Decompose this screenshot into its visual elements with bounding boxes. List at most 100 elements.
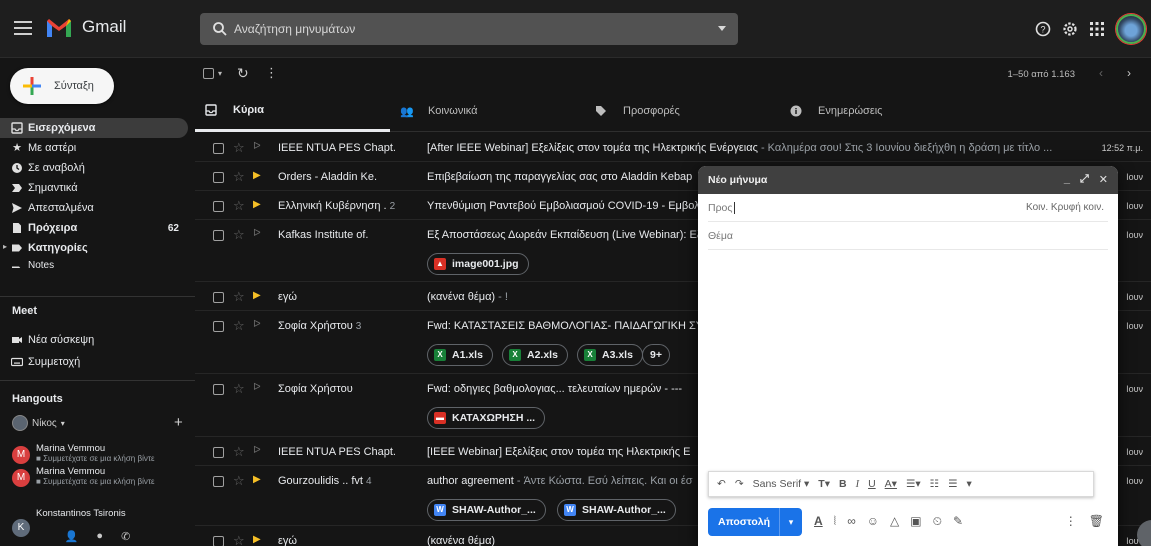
- undo-icon[interactable]: ↶: [717, 478, 726, 490]
- star-icon[interactable]: ☆: [233, 227, 245, 243]
- star-icon[interactable]: ☆: [233, 381, 245, 397]
- star-icon[interactable]: ☆: [233, 533, 245, 546]
- search-input[interactable]: [234, 13, 694, 45]
- attachment-chip[interactable]: W SHAW-Author_...: [427, 499, 546, 521]
- minimize-icon[interactable]: _: [1064, 173, 1070, 186]
- important-marker-icon[interactable]: ᐅ: [253, 141, 261, 152]
- insert-emoji-icon[interactable]: ☺: [867, 514, 879, 529]
- italic-icon[interactable]: I: [856, 479, 860, 490]
- important-marker-icon[interactable]: ▶: [253, 474, 261, 485]
- search-icon[interactable]: [212, 21, 228, 37]
- star-icon[interactable]: ☆: [233, 444, 245, 460]
- sidebar-item-notes[interactable]: Notes: [0, 258, 195, 268]
- star-icon[interactable]: ☆: [233, 318, 245, 334]
- app-name[interactable]: Gmail: [82, 17, 126, 37]
- font-size-icon[interactable]: T▾: [818, 478, 830, 490]
- row-checkbox[interactable]: [213, 292, 224, 303]
- new-conversation-plus-icon[interactable]: +: [174, 414, 183, 431]
- refresh-icon[interactable]: ↻: [237, 65, 249, 82]
- discard-trash-icon[interactable]: 🗑: [1089, 514, 1104, 528]
- row-checkbox[interactable]: [213, 321, 224, 332]
- search-options-icon[interactable]: [718, 26, 726, 31]
- insert-link-icon[interactable]: ∞: [847, 514, 856, 529]
- compose-header[interactable]: Νέο μήνυμα _ ⤢ ✕: [698, 166, 1118, 194]
- underline-icon[interactable]: U: [868, 478, 876, 490]
- sidebar-item-drafts[interactable]: Πρόχειρα 62: [0, 218, 195, 238]
- row-checkbox[interactable]: [213, 384, 224, 395]
- main-menu-icon[interactable]: [14, 21, 32, 35]
- email-row[interactable]: ☆ ᐅ IEEE NTUA PES Chapt. [After IEEE Web…: [195, 133, 1151, 162]
- hangouts-user-switcher[interactable]: Νίκος ▾: [12, 415, 65, 431]
- meet-join[interactable]: Συμμετοχή: [0, 352, 195, 372]
- tab-updates[interactable]: Ενημερώσεις: [780, 90, 975, 132]
- tab-primary[interactable]: Κύρια: [195, 90, 390, 132]
- row-checkbox[interactable]: [213, 201, 224, 212]
- chevron-down-icon[interactable]: ▾: [218, 69, 222, 78]
- meet-new-meeting[interactable]: Νέα σύσκεψη: [0, 330, 195, 350]
- star-icon[interactable]: ☆: [233, 473, 245, 489]
- attachment-chip[interactable]: X A3.xls: [577, 344, 643, 366]
- signature-pen-icon[interactable]: ✎: [953, 514, 963, 529]
- sidebar-item-snoozed[interactable]: Σε αναβολή: [0, 158, 195, 178]
- important-marker-icon[interactable]: ᐅ: [253, 445, 261, 456]
- google-drive-icon[interactable]: △: [890, 514, 899, 529]
- expand-icon[interactable]: ⤢: [1080, 173, 1089, 186]
- close-icon[interactable]: ✕: [1099, 173, 1108, 186]
- apps-grid-icon[interactable]: [1087, 19, 1107, 39]
- attachment-chip[interactable]: X A2.xls: [502, 344, 568, 366]
- more-options-icon[interactable]: ⋮: [1065, 514, 1077, 528]
- sidebar-item-starred[interactable]: ★ Με αστέρι: [0, 138, 195, 158]
- row-checkbox[interactable]: [213, 143, 224, 154]
- star-icon[interactable]: ☆: [233, 169, 245, 185]
- select-all-checkbox[interactable]: [203, 68, 214, 79]
- attachment-chip[interactable]: X A1.xls: [427, 344, 493, 366]
- attachment-chip[interactable]: ▲ image001.jpg: [427, 253, 529, 275]
- chat-icon[interactable]: ●: [96, 530, 103, 546]
- hangouts-contact[interactable]: M Marina Vemmou ■ Συμμετέχατε σε μια κλή…: [12, 466, 192, 488]
- insert-photo-icon[interactable]: ▣: [910, 514, 921, 529]
- sidebar-item-categories[interactable]: ▸ Κατηγορίες: [0, 238, 195, 258]
- row-checkbox[interactable]: [213, 447, 224, 458]
- sidebar-item-important[interactable]: Σημαντικά: [0, 178, 195, 198]
- sidebar-item-inbox[interactable]: Εισερχόμενα: [0, 118, 188, 138]
- important-marker-icon[interactable]: ▶: [253, 534, 261, 545]
- subject-field[interactable]: Θέμα: [708, 222, 1108, 250]
- phone-icon[interactable]: ✆: [121, 530, 130, 546]
- bold-icon[interactable]: B: [839, 478, 847, 490]
- row-checkbox[interactable]: [213, 172, 224, 183]
- text-color-icon[interactable]: A▾: [885, 478, 897, 490]
- star-icon[interactable]: ☆: [233, 140, 245, 156]
- compose-button[interactable]: Σύνταξη: [10, 68, 114, 104]
- row-checkbox[interactable]: [213, 536, 224, 546]
- important-marker-icon[interactable]: ▶: [253, 170, 261, 181]
- chevron-left-icon[interactable]: ‹: [1099, 66, 1103, 80]
- tab-promotions[interactable]: Προσφορές: [585, 90, 780, 132]
- attach-file-icon[interactable]: ⦚: [834, 514, 837, 529]
- help-icon[interactable]: ?: [1033, 19, 1053, 39]
- row-checkbox[interactable]: [213, 230, 224, 241]
- send-button[interactable]: Αποστολή ▾: [708, 508, 802, 536]
- gmail-logo-icon[interactable]: [45, 17, 73, 39]
- tab-social[interactable]: 👥 Κοινωνικά: [390, 90, 585, 132]
- chevron-right-icon[interactable]: ›: [1127, 66, 1131, 80]
- align-icon[interactable]: ☰▾: [906, 478, 921, 490]
- more-formatting-icon[interactable]: ▾: [966, 478, 971, 490]
- bulleted-list-icon[interactable]: ☰: [948, 478, 957, 490]
- redo-icon[interactable]: ↷: [735, 478, 744, 490]
- search-bar[interactable]: [200, 13, 738, 45]
- person-icon[interactable]: 👤: [65, 530, 79, 546]
- attachment-chip[interactable]: W SHAW-Author_...: [557, 499, 676, 521]
- message-body[interactable]: [708, 250, 1108, 465]
- star-icon[interactable]: ☆: [233, 289, 245, 305]
- formatting-options-icon[interactable]: A: [814, 514, 823, 529]
- more-options-icon[interactable]: ⋮: [265, 65, 278, 81]
- important-marker-icon[interactable]: ▶: [253, 290, 261, 301]
- star-icon[interactable]: ☆: [233, 198, 245, 214]
- important-marker-icon[interactable]: ᐅ: [253, 228, 261, 239]
- attachment-chip[interactable]: ▬ ΚΑΤΑΧΩΡΗΣΗ ...: [427, 407, 546, 429]
- numbered-list-icon[interactable]: ☷: [930, 478, 939, 490]
- cc-bcc-links[interactable]: Κοιν. Κρυφή κοιν.: [1026, 202, 1104, 213]
- important-marker-icon[interactable]: ▶: [253, 199, 261, 210]
- hangouts-contact[interactable]: M Marina Vemmou ■ Συμμετέχατε σε μια κλή…: [12, 443, 192, 465]
- hangouts-contact[interactable]: K Konstantinos Tsironis: [12, 508, 192, 537]
